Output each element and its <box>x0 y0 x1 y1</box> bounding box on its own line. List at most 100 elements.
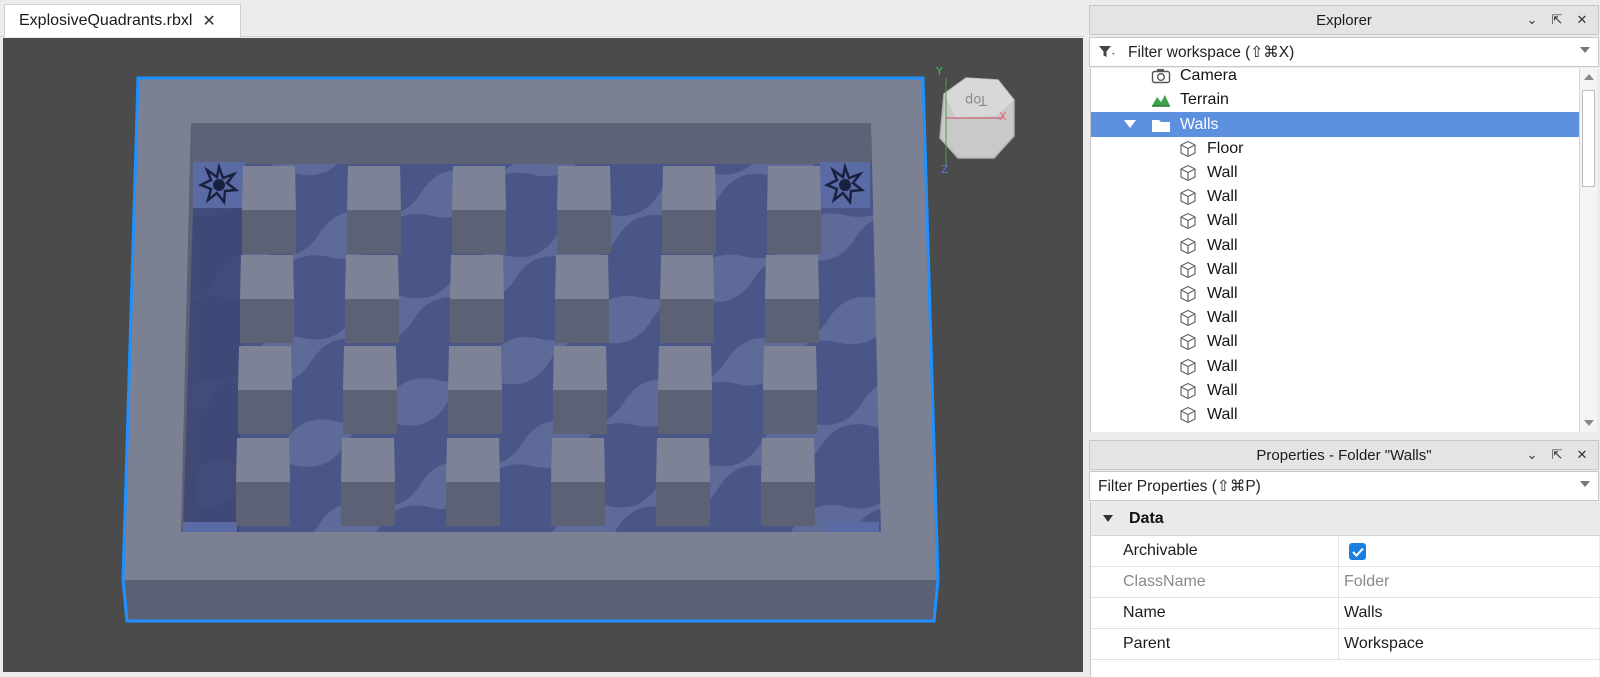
property-name: Parent <box>1123 635 1171 652</box>
axis-y-label: Y <box>935 65 943 78</box>
property-row-classname[interactable]: ClassName Folder <box>1091 567 1600 598</box>
wall-pillar-top <box>656 438 710 482</box>
explorer-scrollbar[interactable] <box>1579 68 1597 432</box>
explorer-item-wall[interactable]: Wall <box>1091 209 1579 234</box>
explorer-tree[interactable]: Camera Terrain Walls Floor Wall Wall Wall Wall W… <box>1090 68 1579 432</box>
property-value: Folder <box>1344 573 1390 590</box>
explorer-item-label: Wall <box>1207 236 1238 254</box>
wall-pillar-top <box>236 438 290 482</box>
properties-filter-input[interactable]: Filter Properties (⇧⌘P) <box>1089 471 1599 501</box>
scroll-thumb[interactable] <box>1582 90 1595 187</box>
wall-pillar-front <box>551 482 605 526</box>
wall-pillar-front <box>236 482 290 526</box>
explorer-item-wall[interactable]: Wall <box>1091 330 1579 355</box>
wall-pillar-front <box>553 390 607 434</box>
wall-pillar-front <box>763 390 817 434</box>
properties-filter-placeholder: Filter Properties (⇧⌘P) <box>1098 477 1261 495</box>
scene-render[interactable]: Top Y X Z <box>3 38 1083 672</box>
property-value[interactable]: Workspace <box>1344 635 1424 653</box>
archivable-checkbox[interactable] <box>1349 543 1366 560</box>
explorer-item-label: Wall <box>1207 285 1238 303</box>
wall-pillar-top <box>555 255 609 299</box>
wall-pillar-front <box>767 210 821 254</box>
explorer-item-floor[interactable]: Floor <box>1091 137 1579 162</box>
undock-icon[interactable]: ⇱ <box>1549 447 1565 463</box>
wall-pillar-top <box>347 166 401 210</box>
wall-pillar-top <box>763 346 817 390</box>
chevron-down-icon[interactable]: ⌄ <box>1524 447 1540 463</box>
explorer-item-wall[interactable]: Wall <box>1091 185 1579 210</box>
property-row-parent[interactable]: Parent Workspace <box>1091 629 1600 660</box>
explorer-item-label: Wall <box>1207 406 1238 424</box>
explorer-item-label: Wall <box>1207 260 1238 278</box>
chevron-down-icon[interactable]: ⌄ <box>1524 12 1540 28</box>
category-data[interactable]: Data <box>1091 502 1600 536</box>
category-label: Data <box>1129 509 1164 527</box>
wall-pillar-top <box>658 346 712 390</box>
3d-viewport[interactable]: Top Y X Z <box>3 38 1083 672</box>
explorer-item-wall[interactable]: Wall <box>1091 306 1579 331</box>
chevron-down-icon[interactable] <box>1580 481 1590 487</box>
explorer-item-terrain[interactable]: Terrain <box>1091 88 1579 113</box>
property-row-archivable[interactable]: Archivable <box>1091 536 1600 567</box>
explorer-filter-input[interactable]: Filter workspace (⇧⌘X) <box>1089 37 1599 67</box>
explorer-item-camera[interactable]: Camera <box>1091 68 1579 89</box>
property-value[interactable]: Walls <box>1344 604 1383 622</box>
wall-pillar-front <box>446 482 500 526</box>
filter-icon[interactable] <box>1098 45 1116 59</box>
scroll-down-icon[interactable] <box>1584 420 1594 426</box>
part-icon <box>1178 308 1198 328</box>
close-icon[interactable]: ✕ <box>202 11 215 31</box>
document-tab-bar: ExplosiveQuadrants.rbxl ✕ <box>0 0 1084 37</box>
property-row-name[interactable]: Name Walls <box>1091 598 1600 629</box>
explorer-item-wall[interactable]: Wall <box>1091 258 1579 283</box>
wall-pillar-top <box>446 438 500 482</box>
explorer-item-walls[interactable]: Walls <box>1091 112 1579 137</box>
axis-z-label: Z <box>941 163 949 176</box>
explorer-item-wall[interactable]: Wall <box>1091 354 1579 379</box>
corner-tile <box>825 522 879 532</box>
column-divider <box>1338 598 1339 628</box>
view-cube-label: Top <box>965 92 988 107</box>
part-icon <box>1178 381 1198 401</box>
wall-pillar-front <box>345 299 399 343</box>
explorer-item-wall[interactable]: Wall <box>1091 233 1579 258</box>
part-icon <box>1178 187 1198 207</box>
axis-x-label: X <box>999 110 1007 123</box>
document-tab[interactable]: ExplosiveQuadrants.rbxl ✕ <box>4 4 241 37</box>
camera-icon <box>1151 68 1171 86</box>
column-divider <box>1338 629 1339 659</box>
explorer-item-label: Wall <box>1207 333 1238 351</box>
explorer-item-label: Wall <box>1207 188 1238 206</box>
close-icon[interactable]: ✕ <box>1574 12 1590 28</box>
explorer-item-wall[interactable]: Wall <box>1091 282 1579 307</box>
wall-pillar-front <box>761 482 815 526</box>
wall-pillar-front <box>448 390 502 434</box>
wall-pillar-front <box>450 299 504 343</box>
close-icon[interactable]: ✕ <box>1574 447 1590 463</box>
explorer-item-wall[interactable]: Wall <box>1091 379 1579 404</box>
chevron-down-icon[interactable] <box>1580 47 1590 53</box>
explorer-item-label: Terrain <box>1180 91 1229 109</box>
wall-pillar-top <box>450 255 504 299</box>
wall-pillar-top <box>341 438 395 482</box>
wall-pillar-front <box>555 299 609 343</box>
explorer-item-wall[interactable]: Wall <box>1091 161 1579 186</box>
collapse-triangle-icon[interactable] <box>1103 515 1113 522</box>
explorer-item-label: Camera <box>1180 68 1237 85</box>
property-name: ClassName <box>1123 573 1206 590</box>
expand-arrow-icon[interactable] <box>1124 120 1136 129</box>
scroll-up-icon[interactable] <box>1584 74 1594 80</box>
wall-pillar-front <box>660 299 714 343</box>
wall-pillar-top <box>345 255 399 299</box>
wall-pillar-front <box>662 210 716 254</box>
wall-pillar-front <box>765 299 819 343</box>
explorer-item-wall[interactable]: Wall <box>1091 403 1579 428</box>
explorer-item-label: Wall <box>1207 357 1238 375</box>
properties-grid: Data Archivable ClassName Folder Name Walls P… <box>1090 502 1600 677</box>
undock-icon[interactable]: ⇱ <box>1549 12 1565 28</box>
wall-pillar-front <box>452 210 506 254</box>
explorer-item-label: Wall <box>1207 164 1238 182</box>
explorer-header: Explorer ⌄ ⇱ ✕ <box>1089 5 1599 35</box>
walls-model[interactable] <box>121 76 940 623</box>
